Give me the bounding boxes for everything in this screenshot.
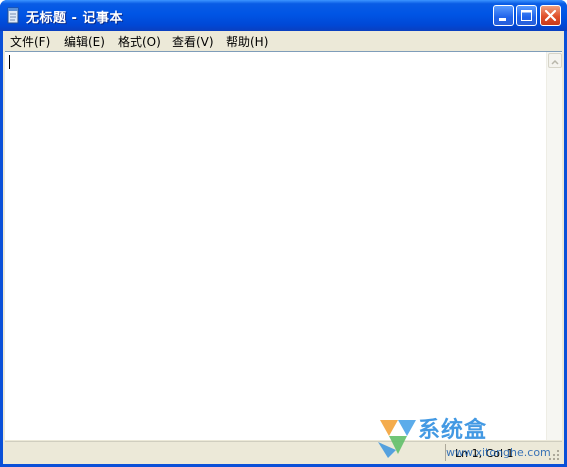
window-frame: 文件(F) 编辑(E) 格式(O) 查看(V) 帮助(H) Ln 1, Col … <box>3 31 564 464</box>
watermark: 系统盒 www.xitonghe.com <box>374 408 567 467</box>
maximize-button[interactable] <box>516 5 537 26</box>
menu-format[interactable]: 格式(O) <box>116 33 163 50</box>
title-bar[interactable]: 无标题 - 记事本 <box>0 0 567 31</box>
maximize-icon <box>521 10 532 21</box>
menu-file[interactable]: 文件(F) <box>8 33 52 50</box>
notepad-window: 无标题 - 记事本 文件(F) 编辑(E) 格式(O) 查看(V) 帮助(H) <box>0 0 567 467</box>
menu-edit[interactable]: 编辑(E) <box>62 33 107 50</box>
text-caret <box>9 55 10 69</box>
close-button[interactable] <box>540 5 561 26</box>
scroll-up-button[interactable] <box>548 53 562 68</box>
text-editor-area[interactable] <box>5 51 562 440</box>
menu-bar: 文件(F) 编辑(E) 格式(O) 查看(V) 帮助(H) <box>3 31 564 50</box>
minimize-button[interactable] <box>493 5 514 26</box>
vertical-scrollbar[interactable] <box>546 52 562 440</box>
close-icon <box>544 9 557 22</box>
notepad-icon[interactable] <box>6 7 20 24</box>
scroll-up-icon <box>551 59 559 65</box>
menu-help[interactable]: 帮助(H) <box>224 33 270 50</box>
watermark-logo-icon <box>378 420 416 458</box>
watermark-url: www.xitonghe.com <box>446 446 551 459</box>
menu-view[interactable]: 查看(V) <box>170 33 216 50</box>
watermark-brand: 系统盒 <box>418 418 488 443</box>
minimize-icon <box>499 18 506 21</box>
window-title: 无标题 - 记事本 <box>26 11 123 26</box>
